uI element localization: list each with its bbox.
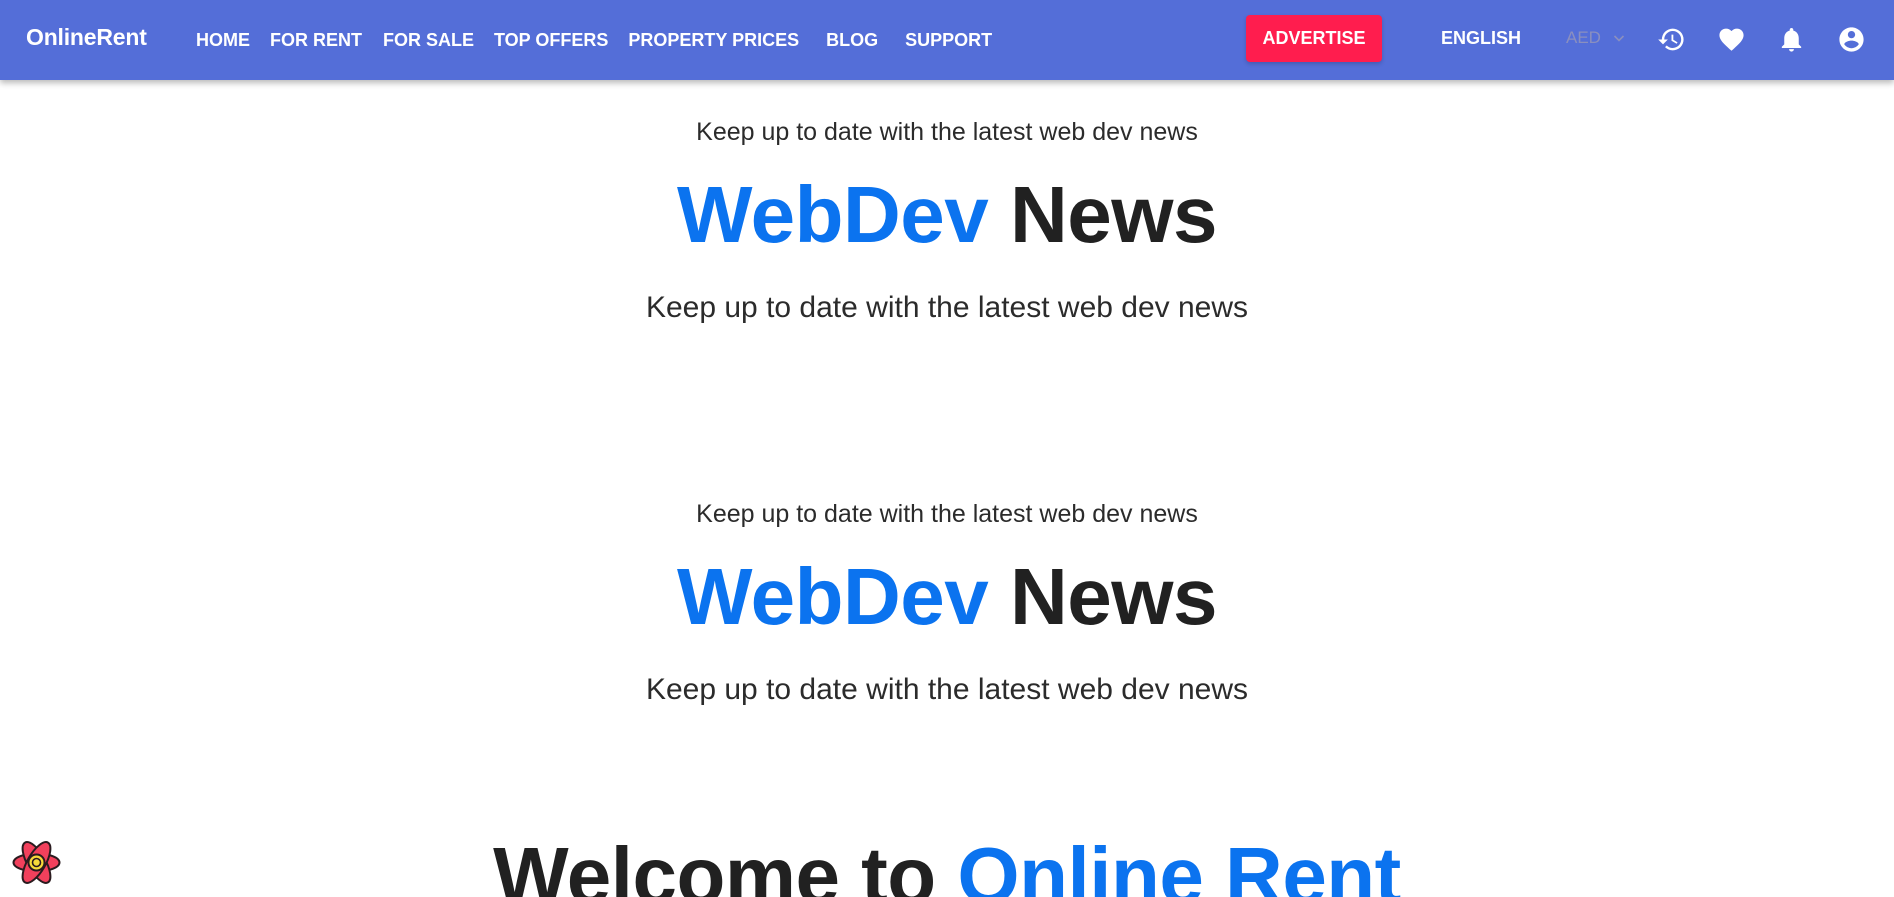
- welcome-section: Welcome to Online Rent: [0, 826, 1894, 897]
- main-nav: HOME FOR RENT FOR SALE TOP OFFERS PROPER…: [196, 0, 992, 80]
- hero-headline: WebDev News: [0, 547, 1894, 647]
- headline-rest: News: [1009, 552, 1217, 641]
- chevron-down-icon: [1613, 35, 1625, 42]
- hero-kicker: Keep up to date with the latest web dev …: [696, 118, 1198, 146]
- history-icon[interactable]: [1655, 23, 1687, 55]
- react-logo-icon[interactable]: [10, 836, 63, 889]
- hero-section-2: Keep up to date with the latest web dev …: [0, 500, 1894, 707]
- currency-value: AED: [1566, 28, 1601, 47]
- welcome-title: Welcome to Online Rent: [0, 826, 1894, 897]
- welcome-prefix: Welcome to: [493, 831, 936, 897]
- nav-home[interactable]: HOME: [196, 30, 250, 51]
- headline-accent: WebDev: [677, 170, 989, 259]
- currency-selector[interactable]: AED: [1566, 28, 1625, 48]
- advertise-button[interactable]: ADVERTISE: [1246, 15, 1382, 62]
- bell-icon[interactable]: [1775, 23, 1807, 55]
- nav-blog[interactable]: BLOG: [826, 30, 878, 51]
- nav-top-offers[interactable]: TOP OFFERS: [494, 30, 608, 51]
- top-app-bar: OnlineRent HOME FOR RENT FOR SALE TOP OF…: [0, 0, 1894, 80]
- hero-headline: WebDev News: [0, 165, 1894, 265]
- nav-for-sale[interactable]: FOR SALE: [383, 30, 474, 51]
- nav-support[interactable]: SUPPORT: [905, 30, 992, 51]
- welcome-accent: Online Rent: [957, 831, 1401, 897]
- language-selector[interactable]: ENGLISH: [1441, 28, 1521, 49]
- hero-subtitle: Keep up to date with the latest web dev …: [645, 291, 1249, 324]
- heart-icon[interactable]: [1715, 23, 1747, 55]
- nav-for-rent[interactable]: FOR RENT: [270, 30, 362, 51]
- nav-property-prices[interactable]: PROPERTY PRICES: [628, 30, 799, 51]
- headline-rest: News: [1009, 170, 1217, 259]
- account-circle-icon[interactable]: [1835, 23, 1867, 55]
- hero-kicker: Keep up to date with the latest web dev …: [696, 500, 1198, 528]
- hero-subtitle: Keep up to date with the latest web dev …: [645, 673, 1249, 706]
- brand-logo[interactable]: OnlineRent: [26, 24, 147, 51]
- headline-accent: WebDev: [677, 552, 989, 641]
- hero-section-1: Keep up to date with the latest web dev …: [0, 118, 1894, 325]
